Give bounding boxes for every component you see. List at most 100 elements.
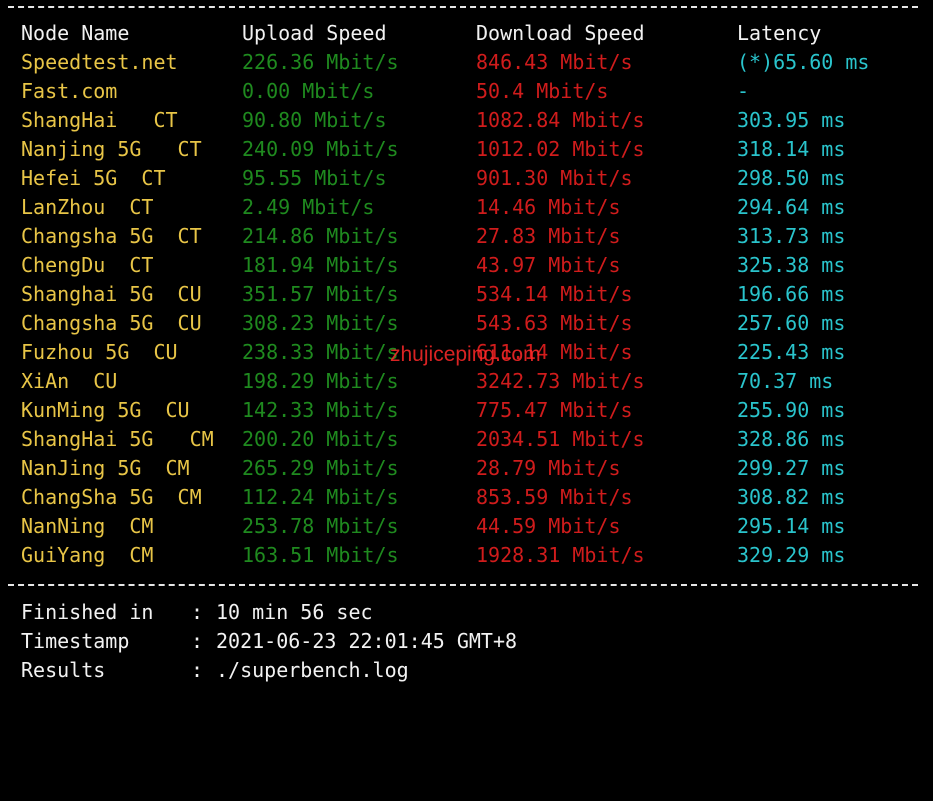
node-name-cell: Fuzhou 5G CU xyxy=(21,340,178,364)
upload-speed-cell: 253.78 Mbit/s xyxy=(242,514,399,538)
results-value: ./superbench.log xyxy=(216,658,409,682)
table-row: NanNing CM 253.78 Mbit/s 44.59 Mbit/s 295.1… xyxy=(0,512,933,541)
upload-speed-cell: 142.33 Mbit/s xyxy=(242,398,399,422)
upload-speed-cell: 2.49 Mbit/s xyxy=(242,195,375,219)
download-speed-cell: 1082.84 Mbit/s xyxy=(476,108,645,132)
latency-cell: 298.50 ms xyxy=(737,166,846,190)
latency-cell: 295.14 ms xyxy=(737,514,846,538)
upload-speed-cell: 238.33 Mbit/s xyxy=(242,340,399,364)
latency-cell: 329.29 ms xyxy=(737,543,846,567)
node-name-cell: ChangSha 5G CM xyxy=(21,485,202,509)
terminal-window: Node Name Upload Speed Download Speed La… xyxy=(0,0,933,700)
watermark-text: zhujiceping.com xyxy=(390,343,541,366)
timestamp-line: Timestamp : 2021-06-23 22:01:45 GMT+8 xyxy=(0,627,933,656)
finished-in-value: 10 min 56 sec xyxy=(216,600,373,624)
latency-cell: 225.43 ms xyxy=(737,340,846,364)
node-name-cell: LanZhou CT xyxy=(21,195,154,219)
download-speed-cell: 1012.02 Mbit/s xyxy=(476,137,645,161)
download-speed-cell: 27.83 Mbit/s xyxy=(476,224,621,248)
upload-speed-cell: 90.80 Mbit/s xyxy=(242,108,387,132)
table-row: ChangSha 5G CM 112.24 Mbit/s 853.59 Mbit/s… xyxy=(0,483,933,512)
upload-speed-cell: 163.51 Mbit/s xyxy=(242,543,399,567)
latency-cell: 196.66 ms xyxy=(737,282,846,306)
upload-speed-cell: 200.20 Mbit/s xyxy=(242,427,399,451)
finished-in-separator: : xyxy=(191,600,204,624)
download-speed-cell: 846.43 Mbit/s xyxy=(476,50,633,74)
upload-speed-cell: 265.29 Mbit/s xyxy=(242,456,399,480)
table-row: Changsha 5G CT 214.86 Mbit/s 27.83 Mbit/s 3… xyxy=(0,222,933,251)
table-row: ChengDu CT 181.94 Mbit/s 43.97 Mbit/s 325.3… xyxy=(0,251,933,280)
table-row: Changsha 5G CU 308.23 Mbit/s 543.63 Mbit/s… xyxy=(0,309,933,338)
latency-cell: 325.38 ms xyxy=(737,253,846,277)
download-speed-cell: 28.79 Mbit/s xyxy=(476,456,621,480)
node-name-cell: KunMing 5G CU xyxy=(21,398,190,422)
download-speed-cell: 853.59 Mbit/s xyxy=(476,485,633,509)
upload-speed-cell: 240.09 Mbit/s xyxy=(242,137,399,161)
node-name-cell: XiAn CU xyxy=(21,369,118,393)
table-row: NanJing 5G CM 265.29 Mbit/s 28.79 Mbit/s 29… xyxy=(0,454,933,483)
results-label: Results xyxy=(21,658,106,682)
upload-speed-cell: 308.23 Mbit/s xyxy=(242,311,399,335)
table-row: LanZhou CT 2.49 Mbit/s 14.46 Mbit/s 294.64 … xyxy=(0,193,933,222)
download-speed-cell: 44.59 Mbit/s xyxy=(476,514,621,538)
latency-cell: 303.95 ms xyxy=(737,108,846,132)
node-name-cell: NanJing 5G CM xyxy=(21,456,190,480)
header-latency: Latency xyxy=(737,21,822,45)
table-row: Shanghai 5G CU 351.57 Mbit/s 534.14 Mbit/s… xyxy=(0,280,933,309)
timestamp-value: 2021-06-23 22:01:45 GMT+8 xyxy=(216,629,518,653)
download-speed-cell: 534.14 Mbit/s xyxy=(476,282,633,306)
latency-cell: 328.86 ms xyxy=(737,427,846,451)
latency-cell: 255.90 ms xyxy=(737,398,846,422)
latency-cell: 299.27 ms xyxy=(737,456,846,480)
latency-cell: 308.82 ms xyxy=(737,485,846,509)
download-speed-cell: 775.47 Mbit/s xyxy=(476,398,633,422)
node-name-cell: Changsha 5G CT xyxy=(21,224,202,248)
table-row: GuiYang CM 163.51 Mbit/s 1928.31 Mbit/s 329… xyxy=(0,541,933,570)
finished-in-line: Finished in : 10 min 56 sec xyxy=(0,598,933,627)
upload-speed-cell: 181.94 Mbit/s xyxy=(242,253,399,277)
table-row: ShangHai 5G CM 200.20 Mbit/s 2034.51 Mbit/… xyxy=(0,425,933,454)
table-row: Hefei 5G CT 95.55 Mbit/s 901.30 Mbit/s 298.… xyxy=(0,164,933,193)
latency-cell: 294.64 ms xyxy=(737,195,846,219)
node-name-cell: ChengDu CT xyxy=(21,253,154,277)
timestamp-separator: : xyxy=(191,629,204,653)
results-line: Results : ./superbench.log xyxy=(0,656,933,685)
timestamp-label: Timestamp xyxy=(21,629,130,653)
download-speed-cell: 1928.31 Mbit/s xyxy=(476,543,645,567)
table-row: Fast.com 0.00 Mbit/s 50.4 Mbit/s - xyxy=(0,77,933,106)
header-upload-speed: Upload Speed xyxy=(242,21,387,45)
upload-speed-cell: 95.55 Mbit/s xyxy=(242,166,387,190)
latency-cell: 313.73 ms xyxy=(737,224,846,248)
upload-speed-cell: 0.00 Mbit/s xyxy=(242,79,375,103)
header-node-name: Node Name xyxy=(21,21,130,45)
node-name-cell: GuiYang CM xyxy=(21,543,154,567)
latency-cell: 257.60 ms xyxy=(737,311,846,335)
table-row: KunMing 5G CU 142.33 Mbit/s 775.47 Mbit/s 2… xyxy=(0,396,933,425)
upload-speed-cell: 226.36 Mbit/s xyxy=(242,50,399,74)
upload-speed-cell: 351.57 Mbit/s xyxy=(242,282,399,306)
top-dashed-divider xyxy=(8,6,918,8)
header-download-speed: Download Speed xyxy=(476,21,645,45)
download-speed-cell: 543.63 Mbit/s xyxy=(476,311,633,335)
download-speed-cell: 14.46 Mbit/s xyxy=(476,195,621,219)
table-row: Nanjing 5G CT 240.09 Mbit/s 1012.02 Mbit/s… xyxy=(0,135,933,164)
table-row: XiAn CU 198.29 Mbit/s 3242.73 Mbit/s 70.37 … xyxy=(0,367,933,396)
bottom-dashed-divider xyxy=(8,584,918,586)
download-speed-cell: 50.4 Mbit/s xyxy=(476,79,609,103)
table-row: ShangHai CT 90.80 Mbit/s 1082.84 Mbit/s 303… xyxy=(0,106,933,135)
latency-cell: 318.14 ms xyxy=(737,137,846,161)
node-name-cell: Hefei 5G CT xyxy=(21,166,166,190)
download-speed-cell: 43.97 Mbit/s xyxy=(476,253,621,277)
node-name-cell: ShangHai CT xyxy=(21,108,178,132)
download-speed-cell: 2034.51 Mbit/s xyxy=(476,427,645,451)
latency-cell: - xyxy=(737,79,750,103)
latency-cell: (*)65.60 ms xyxy=(737,50,870,74)
finished-in-label: Finished in xyxy=(21,600,154,624)
node-name-cell: Nanjing 5G CT xyxy=(21,137,202,161)
node-name-cell: ShangHai 5G CM xyxy=(21,427,214,451)
download-speed-cell: 901.30 Mbit/s xyxy=(476,166,633,190)
download-speed-cell: 3242.73 Mbit/s xyxy=(476,369,645,393)
table-row: Speedtest.net 226.36 Mbit/s 846.43 Mbit/s (… xyxy=(0,48,933,77)
results-separator: : xyxy=(191,658,204,682)
node-name-cell: Fast.com xyxy=(21,79,118,103)
